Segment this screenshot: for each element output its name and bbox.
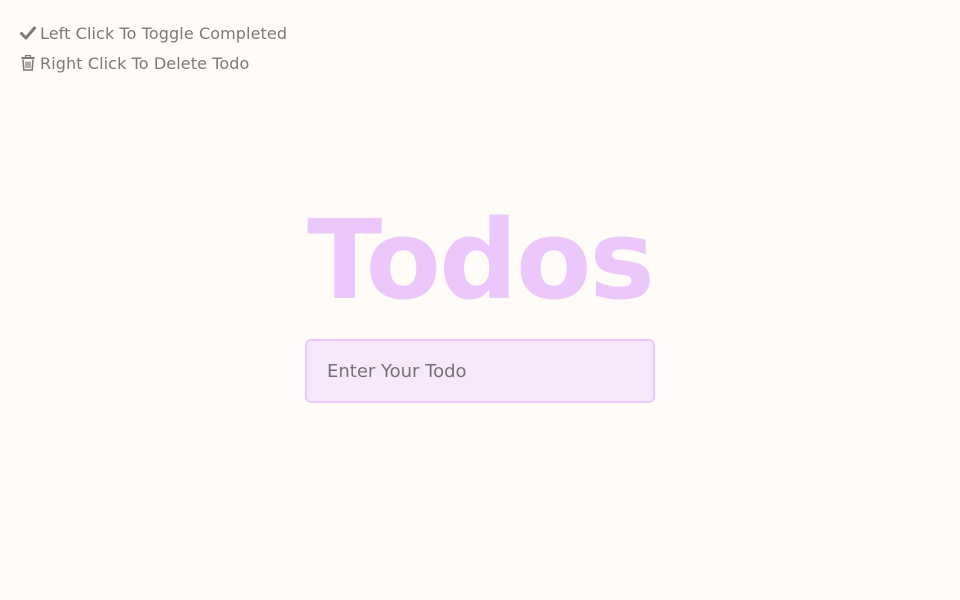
todos-page: { "hints": { "toggle": { "icon": "check-…	[0, 0, 960, 600]
delete-hint-label: Right Click To Delete Todo	[40, 53, 250, 73]
trash-icon	[20, 55, 36, 71]
toggle-hint-label: Left Click To Toggle Completed	[40, 23, 288, 43]
todo-form	[305, 339, 655, 403]
page-title: Todos	[307, 196, 655, 324]
usage-hints: Left Click To Toggle Completed Right Cli…	[20, 18, 287, 78]
check-icon	[20, 25, 36, 41]
delete-hint: Right Click To Delete Todo	[20, 48, 287, 78]
toggle-hint: Left Click To Toggle Completed	[20, 18, 287, 48]
todo-input[interactable]	[305, 339, 655, 403]
